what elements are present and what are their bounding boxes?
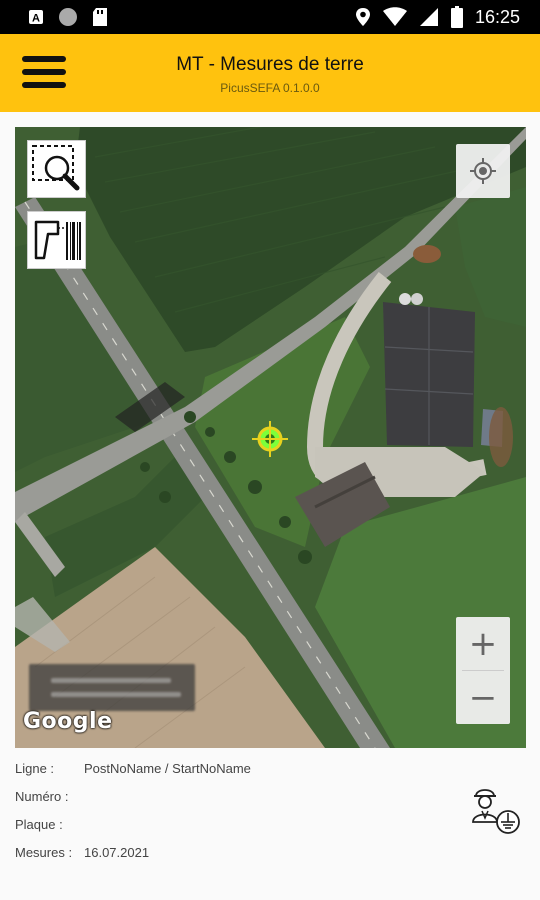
zoom-select-button[interactable]	[27, 140, 86, 198]
app-version: PicusSEFA 0.1.0.0	[220, 81, 320, 95]
app-a-icon: A	[29, 10, 43, 25]
ligne-row: Ligne : PostNoName / StartNoName	[15, 761, 251, 776]
circle-icon	[59, 8, 77, 26]
my-location-button[interactable]	[456, 144, 510, 198]
crosshair-icon	[470, 158, 496, 184]
ligne-value: PostNoName / StartNoName	[84, 761, 251, 776]
mesures-row: Mesures : 16.07.2021	[15, 845, 149, 860]
ligne-label: Ligne :	[15, 761, 55, 776]
worker-ground-icon[interactable]	[470, 782, 526, 838]
clock: 16:25	[474, 6, 520, 27]
page-title: MT - Mesures de terre	[176, 54, 364, 75]
google-attribution: Google	[23, 709, 113, 734]
svg-text:A: A	[32, 13, 40, 25]
app-bar: MT - Mesures de terre PicusSEFA 0.1.0.0	[0, 34, 540, 112]
satellite-map[interactable]: + − Google	[15, 127, 526, 748]
zoom-controls: + −	[456, 617, 510, 724]
battery-icon	[450, 6, 463, 28]
status-bar: A 16:25	[0, 0, 540, 34]
signal-icon	[419, 8, 438, 26]
mesures-label: Mesures :	[15, 845, 73, 860]
wifi-icon	[382, 7, 407, 26]
plaque-label: Plaque :	[15, 817, 63, 832]
barcode-scanner-button[interactable]	[27, 211, 86, 269]
numero-label: Numéro :	[15, 789, 69, 804]
mesures-value: 16.07.2021	[84, 845, 150, 860]
zoom-in-button[interactable]: +	[456, 617, 510, 670]
sd-card-icon	[93, 8, 107, 26]
plaque-row: Plaque :	[15, 817, 84, 832]
barcode-scanner-icon	[34, 220, 81, 260]
zoom-out-button[interactable]: −	[456, 671, 510, 724]
numero-row: Numéro :	[15, 789, 84, 804]
location-icon	[355, 8, 370, 26]
blurred-address-overlay	[29, 664, 195, 711]
target-marker-icon[interactable]	[252, 421, 288, 457]
zoom-select-icon	[32, 145, 80, 191]
